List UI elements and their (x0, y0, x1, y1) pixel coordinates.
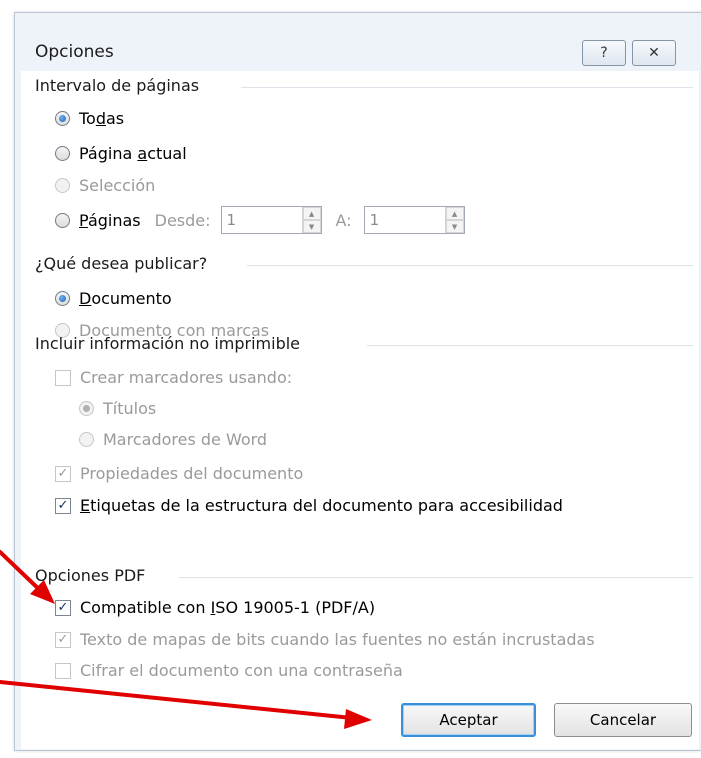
radio-headings-label: Títulos (103, 399, 157, 418)
radio-selection: Selección (55, 176, 155, 195)
spin-down-icon[interactable]: ▼ (445, 220, 464, 233)
section-divider (367, 345, 693, 346)
checkbox-structure-tags-label: Etiquetas de la estructura del documento… (80, 496, 563, 515)
radio-indicator[interactable] (55, 291, 70, 306)
close-icon: ✕ (648, 45, 660, 61)
radio-indicator (79, 432, 94, 447)
radio-current-page[interactable]: Página actual (55, 144, 187, 163)
checkbox-indicator: ✓ (55, 631, 71, 648)
radio-indicator (79, 401, 94, 416)
checkbox-indicator[interactable]: ✓ (55, 497, 71, 514)
radio-pages[interactable]: Páginas Desde: 1 ▲ ▼ A: 1 ▲ ▼ (55, 206, 465, 234)
radio-selection-label: Selección (79, 176, 156, 195)
help-button[interactable]: ? (582, 40, 626, 66)
from-page-value[interactable]: 1 (222, 207, 302, 233)
radio-indicator[interactable] (55, 146, 70, 161)
checkbox-bitmap-text-label: Texto de mapas de bits cuando las fuente… (80, 630, 595, 649)
dialog-title: Opciones (35, 42, 114, 62)
checkbox-indicator (55, 369, 71, 386)
checkbox-indicator[interactable]: ✓ (55, 599, 71, 616)
options-dialog: Opciones ? ✕ Intervalo de páginas Todas … (14, 12, 701, 751)
radio-document[interactable]: Documento (55, 289, 172, 308)
section-divider (179, 577, 693, 578)
checkbox-document-properties-label: Propiedades del documento (80, 464, 304, 483)
spin-up-icon[interactable]: ▲ (445, 207, 464, 220)
checkbox-bitmap-text: ✓ Texto de mapas de bits cuando las fuen… (55, 630, 595, 649)
checkbox-pdfa[interactable]: ✓ Compatible con ISO 19005-1 (PDF/A) (55, 598, 375, 617)
spin-down-icon[interactable]: ▼ (302, 220, 321, 233)
radio-word-bookmarks: Marcadores de Word (79, 430, 267, 449)
to-page-value[interactable]: 1 (365, 207, 445, 233)
checkbox-encrypt: Cifrar el documento con una contraseña (55, 661, 403, 680)
radio-pages-label: Páginas (79, 210, 141, 230)
publish-heading: ¿Qué desea publicar? (35, 254, 208, 273)
nonprint-heading: Incluir información no imprimible (35, 334, 301, 353)
checkbox-structure-tags[interactable]: ✓ Etiquetas de la estructura del documen… (55, 496, 563, 515)
help-icon: ? (600, 45, 608, 61)
checkbox-indicator: ✓ (55, 465, 71, 482)
radio-document-label: Documento (79, 289, 172, 308)
radio-indicator (55, 178, 70, 193)
checkbox-document-properties: ✓ Propiedades del documento (55, 464, 303, 483)
cancel-button[interactable]: Cancelar (554, 703, 692, 737)
radio-indicator[interactable] (55, 111, 70, 126)
from-label: Desde: (154, 210, 211, 230)
radio-all-pages[interactable]: Todas (55, 109, 124, 128)
close-button[interactable]: ✕ (632, 40, 676, 66)
radio-current-label: Página actual (79, 144, 187, 163)
checkbox-pdfa-label: Compatible con ISO 19005-1 (PDF/A) (80, 598, 376, 617)
section-divider (241, 87, 693, 88)
radio-indicator[interactable] (55, 212, 70, 228)
section-divider (247, 265, 693, 266)
checkbox-create-bookmarks-label: Crear marcadores usando: (80, 368, 293, 387)
radio-all-label: Todas (79, 109, 125, 128)
to-page-spinner[interactable]: 1 ▲ ▼ (363, 206, 465, 234)
radio-headings: Títulos (79, 399, 156, 418)
checkbox-create-bookmarks: Crear marcadores usando: (55, 368, 292, 387)
spin-up-icon[interactable]: ▲ (302, 207, 321, 220)
to-label: A: (335, 210, 352, 230)
ok-button[interactable]: Aceptar (401, 703, 536, 737)
radio-word-bookmarks-label: Marcadores de Word (103, 430, 268, 449)
from-page-spinner[interactable]: 1 ▲ ▼ (220, 206, 322, 234)
pdf-options-heading: Opciones PDF (35, 566, 146, 585)
checkbox-indicator (55, 662, 71, 679)
page-range-heading: Intervalo de páginas (35, 76, 200, 95)
checkbox-encrypt-label: Cifrar el documento con una contraseña (80, 661, 403, 680)
